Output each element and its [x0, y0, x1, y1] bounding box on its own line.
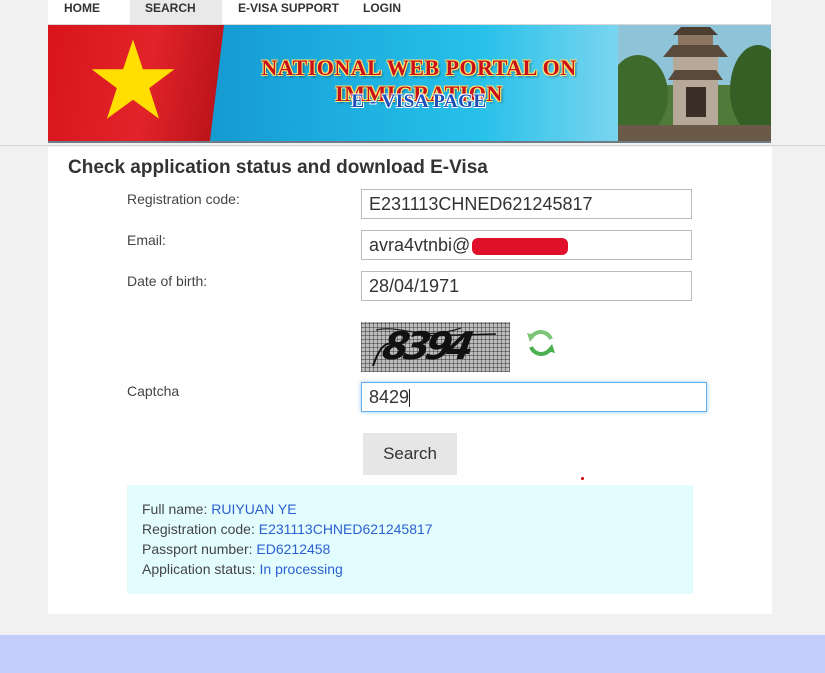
vietnam-flag [48, 25, 224, 141]
dob-input[interactable]: 28/04/1971 [361, 271, 692, 301]
full-name-value: RUIYUAN YE [211, 501, 297, 517]
captcha-text: 8394 [379, 324, 473, 368]
nav-home[interactable]: HOME [64, 0, 100, 24]
email-input[interactable]: avra4vtnbi@ [361, 230, 692, 260]
registration-code-label: Registration code: [127, 191, 240, 207]
status-form-panel: Check application status and download E-… [48, 147, 772, 614]
captcha-value: 8429 [369, 387, 410, 407]
nav-search[interactable]: SEARCH [130, 0, 222, 24]
search-button[interactable]: Search [363, 433, 457, 475]
email-label: Email: [127, 232, 166, 248]
nav-login[interactable]: LOGIN [363, 0, 401, 24]
result-reg-code-value: E231113CHNED621245817 [258, 521, 433, 537]
result-status: Application status: In processing [142, 559, 693, 579]
registration-code-input[interactable]: E231113CHNED621245817 [361, 189, 692, 219]
email-value: avra4vtnbi@ [369, 235, 471, 255]
status-label: Application status: [142, 561, 260, 577]
dob-label: Date of birth: [127, 273, 208, 289]
stray-dot [581, 477, 584, 480]
footer-band [0, 635, 825, 673]
result-reg-code-label: Registration code: [142, 521, 259, 537]
text-caret [409, 389, 411, 408]
full-name-label: Full name: [142, 501, 212, 517]
captcha-input[interactable]: 8429 [361, 382, 707, 412]
divider [0, 145, 825, 146]
flag-star-icon [91, 39, 175, 119]
captcha-image: 8394 [361, 322, 510, 372]
banner-subtitle: E - VISA PAGE [351, 91, 487, 112]
banner-divider [48, 141, 771, 143]
registration-code-value: E231113CHNED621245817 [369, 194, 593, 214]
page-title: Check application status and download E-… [68, 157, 488, 178]
passport-value: ED6212458 [256, 541, 331, 557]
result-full-name: Full name: RUIYUAN YE [142, 499, 693, 519]
dob-value: 28/04/1971 [369, 276, 460, 296]
nav-evisa-support[interactable]: E-VISA SUPPORT [238, 0, 339, 24]
refresh-captcha-icon[interactable] [525, 327, 557, 359]
result-passport: Passport number: ED6212458 [142, 539, 693, 559]
passport-label: Passport number: [142, 541, 257, 557]
result-box: Full name: RUIYUAN YE Registration code:… [127, 485, 693, 594]
temple-image [618, 25, 771, 141]
captcha-label: Captcha [127, 383, 180, 399]
header-banner: NATIONAL WEB PORTAL ON IMMIGRATION E - V… [48, 25, 771, 141]
top-nav: HOME SEARCH E-VISA SUPPORT LOGIN [48, 0, 771, 25]
result-registration-code: Registration code: E231113CHNED621245817 [142, 519, 693, 539]
status-value: In processing [259, 561, 343, 577]
redaction-mark [472, 237, 569, 255]
